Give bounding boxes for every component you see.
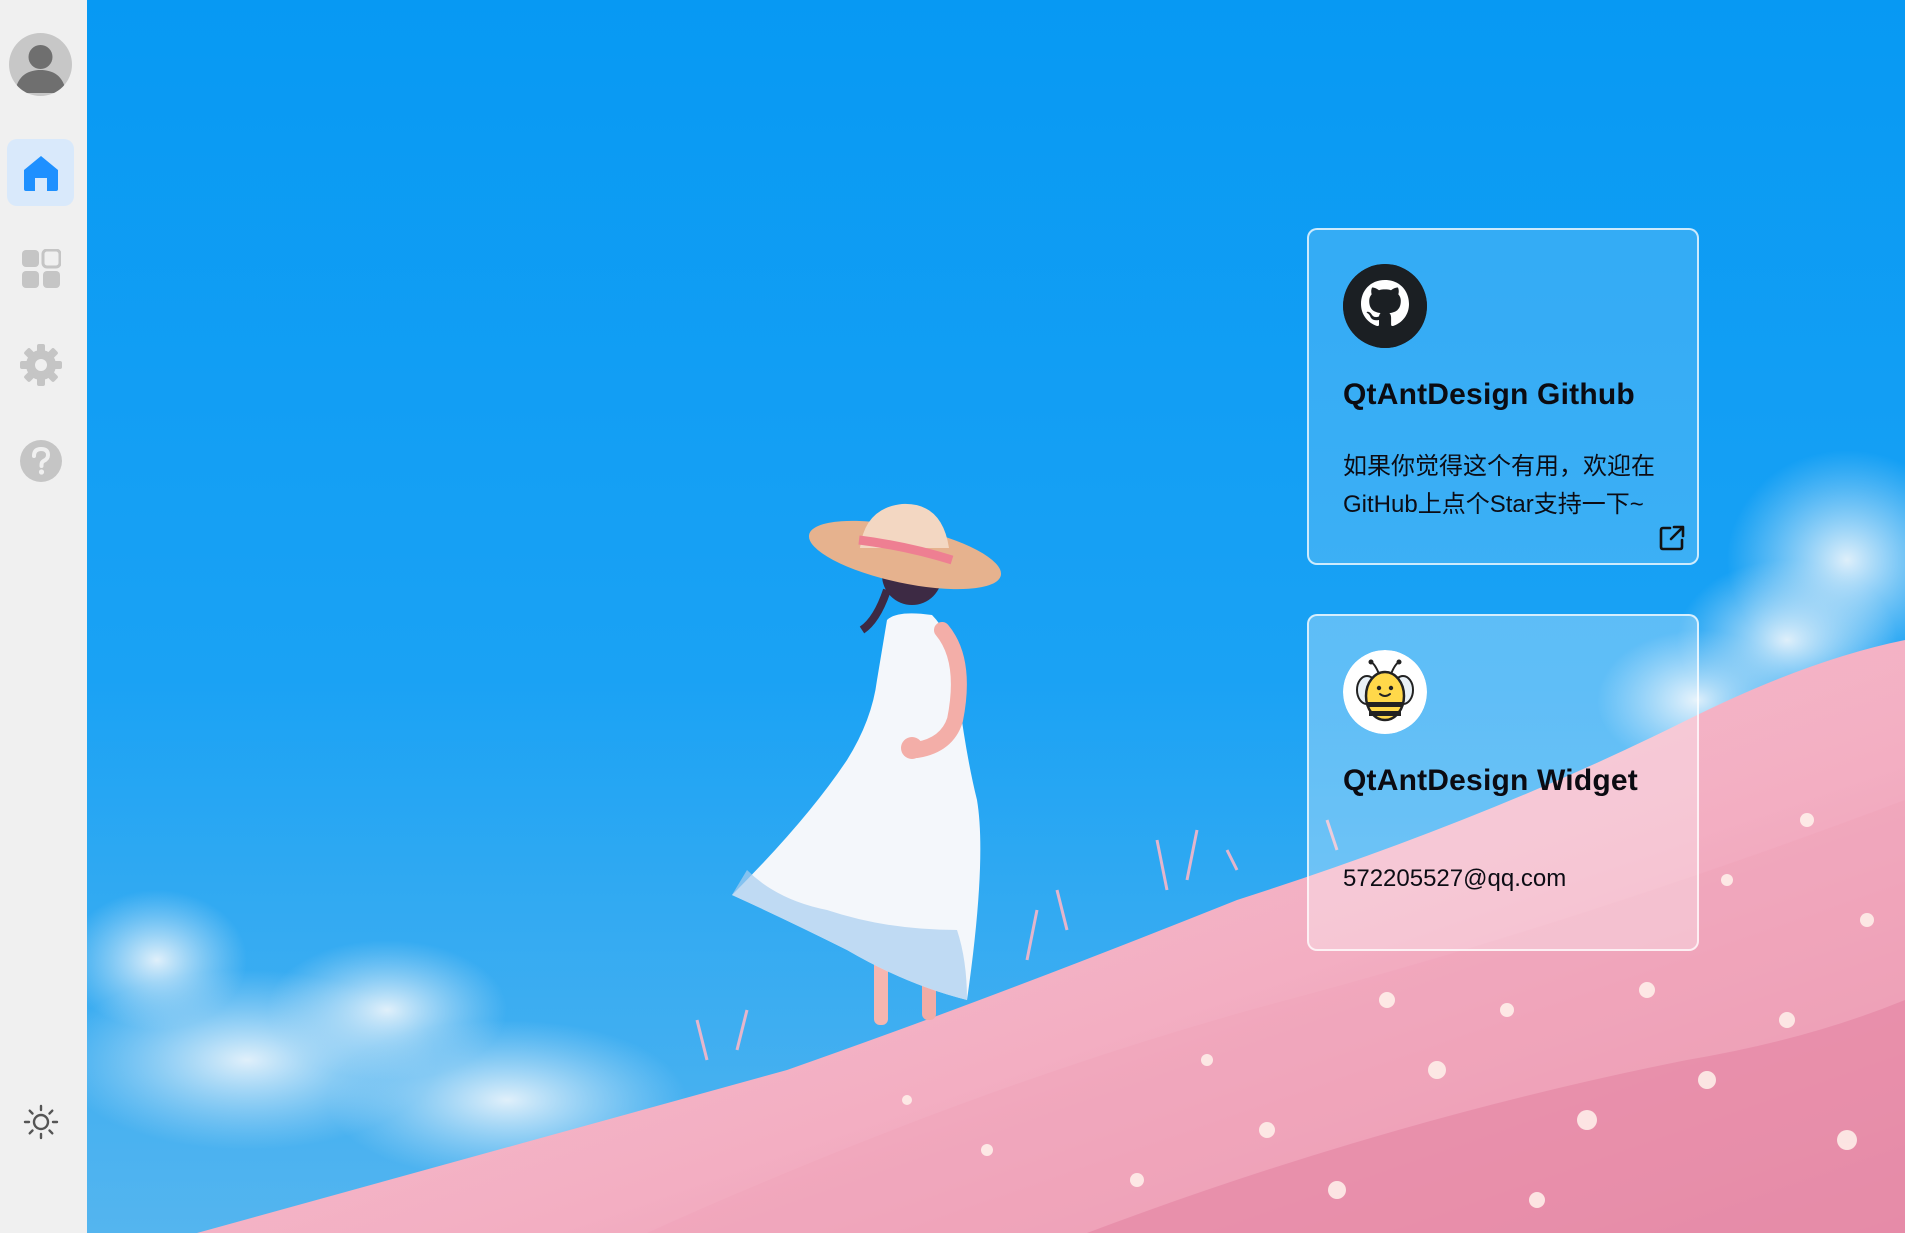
sidebar-item-home[interactable] <box>7 139 74 206</box>
main-content: QtAntDesign Github 如果你觉得这个有用，欢迎在GitHub上点… <box>87 0 1905 1233</box>
sidebar <box>0 0 87 1233</box>
widget-card[interactable]: QtAntDesign Widget 572205527@qq.com <box>1307 614 1699 951</box>
theme-toggle-button[interactable] <box>7 1088 74 1155</box>
widget-card-title: QtAntDesign Widget <box>1343 764 1638 797</box>
github-card-description: 如果你觉得这个有用，欢迎在GitHub上点个Star支持一下~ <box>1343 453 1655 518</box>
user-icon <box>15 45 66 93</box>
question-icon <box>19 439 62 482</box>
home-icon <box>23 155 58 191</box>
app-window: QtAntDesign Github 如果你觉得这个有用，欢迎在GitHub上点… <box>0 0 1905 1233</box>
user-avatar[interactable] <box>9 33 72 96</box>
widget-card-email: 572205527@qq.com <box>1343 865 1567 892</box>
github-logo-icon <box>1343 264 1427 348</box>
sun-icon <box>23 1104 58 1139</box>
apps-grid-icon <box>21 248 61 288</box>
sidebar-item-help[interactable] <box>7 427 74 494</box>
bee-logo-icon <box>1343 650 1427 734</box>
external-link-icon[interactable] <box>1657 523 1687 553</box>
gear-icon <box>19 343 62 386</box>
github-card-title: QtAntDesign Github <box>1343 378 1635 411</box>
sidebar-item-settings[interactable] <box>7 331 74 398</box>
sidebar-item-apps[interactable] <box>7 235 74 302</box>
github-card[interactable]: QtAntDesign Github 如果你觉得这个有用，欢迎在GitHub上点… <box>1307 228 1699 565</box>
